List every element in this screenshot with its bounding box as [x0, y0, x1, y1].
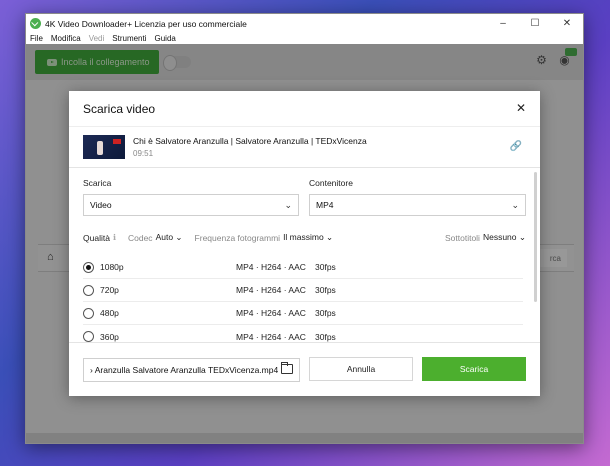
fps-filter[interactable]: Il massimo ⌄: [283, 232, 333, 243]
settings-scrollbar[interactable]: [534, 172, 537, 302]
quality-resolution: 720p: [100, 285, 119, 295]
menu-modifica[interactable]: Modifica: [51, 34, 81, 43]
app-logo-icon: [30, 18, 41, 29]
quality-codec: MP4 · H264 · AAC: [236, 308, 306, 318]
maximize-button[interactable]: ☐: [519, 14, 551, 33]
container-value: MP4: [316, 200, 334, 210]
quality-fps: 30fps: [315, 331, 336, 342]
dialog-footer: › Aranzulla Salvatore Aranzulla TEDxVice…: [69, 343, 540, 396]
codec-value: Auto: [155, 232, 174, 242]
radio-button[interactable]: [83, 261, 94, 273]
quality-label: Qualità: [83, 232, 110, 243]
quality-fps: 30fps: [315, 308, 336, 318]
cancel-button[interactable]: Annulla: [309, 357, 413, 381]
codec-filter[interactable]: Auto ⌄: [156, 232, 183, 243]
dialog-title: Scarica video: [83, 101, 156, 116]
filter-row: Qualità ℹ Codec Auto ⌄ Frequenza fotogra…: [83, 232, 526, 243]
window-controls: – ☐ ✕: [487, 14, 583, 33]
download-settings: Scarica Video ⌄ Contenitore MP4 ⌄ Qualit…: [69, 167, 540, 343]
quality-codec: MP4 · H264 · AAC: [236, 285, 306, 295]
container-select[interactable]: MP4 ⌄: [309, 194, 526, 216]
quality-resolution: 360p: [100, 331, 119, 342]
subtitles-label: Sottotitoli: [444, 232, 480, 243]
quality-codec: MP4 · H264 · AAC: [236, 262, 306, 272]
video-thumbnail: [83, 135, 125, 159]
menu-guida[interactable]: Guida: [155, 34, 176, 43]
dialog-header: Scarica video ✕: [69, 91, 540, 126]
radio-button[interactable]: [83, 284, 94, 296]
close-window-button[interactable]: ✕: [551, 14, 583, 33]
save-path-value: › Aranzulla Salvatore Aranzulla TEDxVice…: [90, 364, 279, 375]
quality-fps: 30fps: [315, 285, 336, 295]
quality-option-480p[interactable]: 480p MP4 · H264 · AAC 30fps: [83, 302, 523, 325]
quality-option-720p[interactable]: 720p MP4 · H264 · AAC 30fps: [83, 279, 523, 302]
menu-strumenti[interactable]: Strumenti: [112, 34, 146, 43]
menu-bar: File Modifica Vedi Strumenti Guida: [26, 33, 583, 44]
link-icon[interactable]: 🔗: [510, 141, 522, 152]
download-type-select[interactable]: Video ⌄: [83, 194, 299, 216]
save-path-field[interactable]: › Aranzulla Salvatore Aranzulla TEDxVice…: [83, 357, 300, 382]
close-icon[interactable]: ✕: [516, 102, 526, 114]
chevron-down-icon: ⌄: [511, 200, 519, 210]
radio-button[interactable]: [83, 307, 94, 319]
quality-codec: MP4 · H264 · AAC: [236, 331, 306, 342]
fps-value: Il massimo: [283, 232, 324, 242]
menu-vedi[interactable]: Vedi: [89, 34, 105, 43]
subtitles-value: Nessuno: [482, 232, 517, 242]
folder-icon[interactable]: [281, 361, 293, 374]
quality-resolution: 1080p: [100, 262, 124, 272]
quality-resolution: 480p: [100, 308, 119, 318]
quality-fps: 30fps: [315, 262, 336, 272]
title-bar: 4K Video Downloader+ Licenzia per uso co…: [26, 14, 583, 33]
quality-option-1080p[interactable]: 1080p MP4 · H264 · AAC 30fps: [83, 256, 523, 279]
menu-file[interactable]: File: [30, 34, 43, 43]
radio-button[interactable]: [83, 331, 94, 342]
fps-label: Frequenza fotogrammi: [194, 232, 281, 243]
container-label: Contenitore: [309, 178, 353, 188]
chevron-down-icon: ⌄: [284, 200, 292, 210]
video-title: Chi è Salvatore Aranzulla | Salvatore Ar…: [133, 136, 367, 146]
video-meta: Chi è Salvatore Aranzulla | Salvatore Ar…: [133, 136, 367, 158]
download-type-label: Scarica: [83, 178, 112, 188]
minimize-button[interactable]: –: [487, 14, 519, 33]
info-icon[interactable]: ℹ: [113, 233, 116, 242]
codec-label: Codec: [127, 232, 153, 243]
window-title: 4K Video Downloader+ Licenzia per uso co…: [45, 18, 247, 29]
subtitles-filter[interactable]: Nessuno ⌄: [483, 232, 526, 243]
video-info: Chi è Salvatore Aranzulla | Salvatore Ar…: [69, 126, 540, 167]
download-dialog: Scarica video ✕ Chi è Salvatore Aranzull…: [69, 91, 540, 396]
download-type-value: Video: [90, 200, 112, 210]
video-duration: 09:51: [133, 149, 154, 158]
download-button[interactable]: Scarica: [422, 357, 526, 381]
